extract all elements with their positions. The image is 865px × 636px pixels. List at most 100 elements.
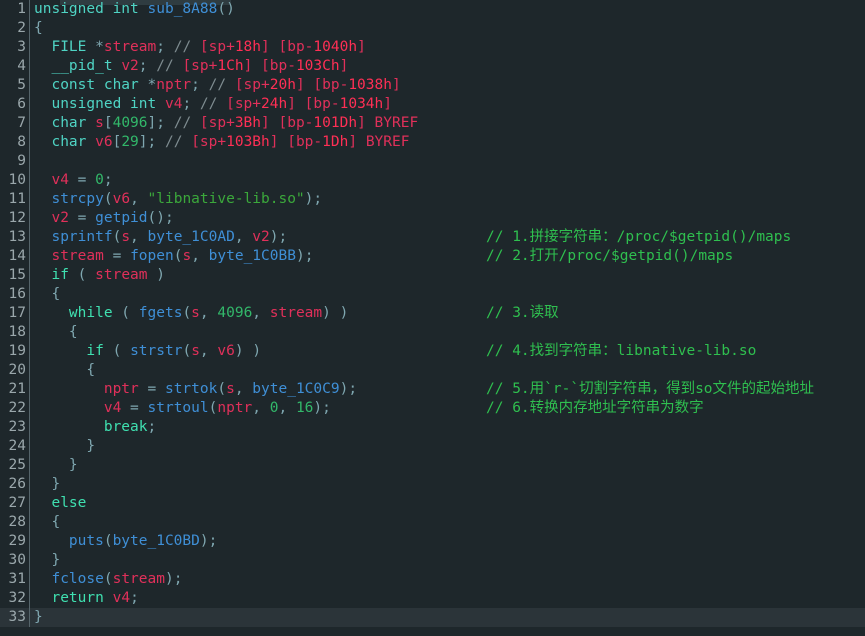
code-line-source[interactable]: { <box>30 361 854 380</box>
code-line[interactable]: 14 stream = fopen(s, byte_1C0BB);// 2.打开… <box>0 247 865 266</box>
code-token: } <box>51 476 61 492</box>
inline-note-comment: // 6.转换内存地址字符串为数字 <box>486 400 704 416</box>
code-line-source[interactable]: char v6[29]; // [sp+103Bh] [bp-1Dh] BYRE… <box>30 133 854 152</box>
code-line[interactable]: 7 char s[4096]; // [sp+3Bh] [bp-101Dh] B… <box>0 114 865 133</box>
code-line[interactable]: 5 const char *nptr; // [sp+20h] [bp-1038… <box>0 76 865 95</box>
code-line-source[interactable]: if ( stream ) <box>30 266 854 285</box>
code-line-source[interactable]: FILE *stream; // [sp+18h] [bp-1040h] <box>30 38 854 57</box>
code-token: 1038h <box>348 77 392 93</box>
code-line[interactable]: 13 sprintf(s, byte_1C0AD, v2); // 1.拼接字符串… <box>0 228 865 247</box>
code-token: ; <box>147 419 157 435</box>
code-token: , <box>130 229 148 245</box>
code-line-source[interactable]: __pid_t v2; // [sp+1Ch] [bp-103Ch] <box>30 57 854 76</box>
code-line[interactable]: 3 FILE *stream; // [sp+18h] [bp-1040h] <box>0 38 865 57</box>
code-line-source[interactable]: char s[4096]; // [sp+3Bh] [bp-101Dh] BYR… <box>30 114 854 133</box>
code-line-source[interactable]: const char *nptr; // [sp+20h] [bp-1038h] <box>30 76 854 95</box>
code-line-source[interactable]: unsigned int v4; // [sp+24h] [bp-1034h] <box>30 95 854 114</box>
code-line-source[interactable]: return v4; <box>30 589 854 608</box>
code-line[interactable]: 29 puts(byte_1C0BD); <box>0 532 865 551</box>
code-line[interactable]: 22 v4 = strtoul(nptr, 0, 16);// 6.转换内存地址… <box>0 399 865 418</box>
code-token: ); <box>339 381 358 397</box>
code-line[interactable]: 2{ <box>0 19 865 38</box>
code-line-source[interactable]: fclose(stream); <box>30 570 854 589</box>
line-number: 1 <box>0 0 30 19</box>
code-line-source[interactable]: while ( fgets(s, 4096, stream) )// 3.读取 <box>30 304 854 323</box>
code-line[interactable]: 18 { <box>0 323 865 342</box>
code-line[interactable]: 19 if ( strstr(s, v6) )// 4.找到字符串：libnat… <box>0 342 865 361</box>
code-token: ] [bp- <box>269 134 323 150</box>
code-line[interactable]: 21 nptr = strtok(s, byte_1C0C9); // 5.用`r… <box>0 380 865 399</box>
code-line-source[interactable]: v2 = getpid(); <box>30 209 854 228</box>
code-line[interactable]: 20 { <box>0 361 865 380</box>
inline-note-comment: // 3.读取 <box>486 305 559 321</box>
code-token: v4 <box>51 172 69 188</box>
code-line[interactable]: 25 } <box>0 456 865 475</box>
inline-note-comment: // 4.找到字符串：libnative-lib.so <box>486 343 757 359</box>
code-line-source[interactable]: nptr = strtok(s, byte_1C0C9); // 5.用`r-`切… <box>30 380 854 399</box>
code-line[interactable]: 30 } <box>0 551 865 570</box>
code-token: v4 <box>112 590 131 606</box>
code-line-source[interactable]: { <box>30 285 854 304</box>
line-number: 31 <box>0 570 30 589</box>
code-token: fclose <box>51 571 104 587</box>
code-line-source[interactable]: { <box>30 323 854 342</box>
code-token: char <box>51 115 96 131</box>
code-line[interactable]: 33} <box>0 608 865 627</box>
code-line[interactable]: 11 strcpy(v6, "libnative-lib.so"); <box>0 190 865 209</box>
line-number: 9 <box>0 152 30 171</box>
code-line-source[interactable]: { <box>30 513 854 532</box>
code-line[interactable]: 31 fclose(stream); <box>0 570 865 589</box>
code-line-source[interactable]: } <box>30 551 854 570</box>
code-line[interactable]: 27 else <box>0 494 865 513</box>
code-line-source[interactable]: if ( strstr(s, v6) )// 4.找到字符串：libnative… <box>30 342 854 361</box>
code-line[interactable]: 9 <box>0 152 865 171</box>
code-line[interactable]: 10 v4 = 0; <box>0 171 865 190</box>
code-token: nptr <box>217 400 253 416</box>
code-line-source[interactable]: { <box>30 19 854 38</box>
code-token: , <box>278 400 296 416</box>
code-token: , <box>191 248 209 264</box>
code-token: ] [bp- <box>261 115 314 131</box>
code-line[interactable]: 24 } <box>0 437 865 456</box>
code-line-source[interactable]: } <box>30 475 854 494</box>
code-line[interactable]: 4 __pid_t v2; // [sp+1Ch] [bp-103Ch] <box>0 57 865 76</box>
code-line[interactable]: 17 while ( fgets(s, 4096, stream) )// 3.… <box>0 304 865 323</box>
code-lines-container[interactable]: 1 unsigned int sub_8A88() 2{3 FILE *stream… <box>0 0 865 636</box>
code-token: byte_1C0BD <box>112 533 200 549</box>
code-token: ; <box>130 590 139 606</box>
code-token: v4 <box>164 96 183 112</box>
code-token: ); <box>295 248 314 264</box>
code-token: s <box>182 248 192 264</box>
code-token: nptr <box>103 381 139 397</box>
code-token: else <box>51 495 87 511</box>
code-line[interactable]: 23 break; <box>0 418 865 437</box>
code-line-source[interactable]: else <box>30 494 854 513</box>
code-line[interactable]: 8 char v6[29]; // [sp+103Bh] [bp-1Dh] BY… <box>0 133 865 152</box>
pseudocode-editor[interactable]: 1 unsigned int sub_8A88() 2{3 FILE *stream… <box>0 0 865 636</box>
code-line-source[interactable]: break; <box>30 418 854 437</box>
code-line[interactable]: 15 if ( stream ) <box>0 266 865 285</box>
code-token: s <box>226 381 235 397</box>
code-line-source[interactable]: v4 = 0; <box>30 171 854 190</box>
code-line[interactable]: 12 v2 = getpid(); <box>0 209 865 228</box>
code-line-source[interactable]: puts(byte_1C0BD); <box>30 532 854 551</box>
code-line[interactable]: 1 unsigned int sub_8A88() <box>0 0 865 19</box>
code-line-source[interactable]: sprintf(s, byte_1C0AD, v2); // 1.拼接字符串：/p… <box>30 228 854 247</box>
code-line-source[interactable]: } <box>30 456 854 475</box>
code-token: [sp+ <box>191 134 227 150</box>
code-line-source[interactable]: stream = fopen(s, byte_1C0BB);// 2.打开/pr… <box>30 247 854 266</box>
code-line[interactable]: 28 { <box>0 513 865 532</box>
code-line[interactable]: 26 } <box>0 475 865 494</box>
code-line-source[interactable]: unsigned int sub_8A88() <box>30 0 854 19</box>
code-line[interactable]: 6 unsigned int v4; // [sp+24h] [bp-1034h… <box>0 95 865 114</box>
code-line-source[interactable]: v4 = strtoul(nptr, 0, 16);// 6.转换内存地址字符串… <box>30 399 854 418</box>
code-line-source[interactable]: strcpy(v6, "libnative-lib.so"); <box>30 190 854 209</box>
code-line-source[interactable]: } <box>30 608 854 627</box>
code-line[interactable]: 16 { <box>0 285 865 304</box>
code-line-source[interactable]: } <box>30 437 854 456</box>
code-line[interactable]: 32 return v4; <box>0 589 865 608</box>
code-token: 4096 <box>217 305 253 321</box>
code-token: * <box>95 39 104 55</box>
